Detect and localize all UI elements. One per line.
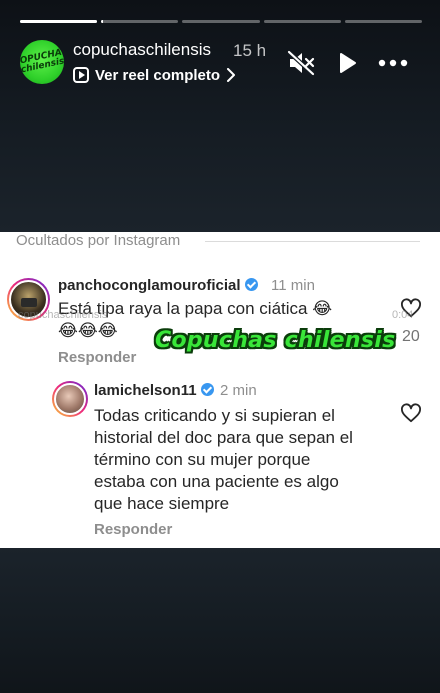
story-progress-bar: [20, 20, 423, 23]
watermark-account: copuchaschilensis: [18, 309, 108, 321]
avatar-logo-text: COPUCHAS chilensis: [20, 46, 64, 76]
progress-segment: [182, 20, 260, 23]
progress-segment: [263, 20, 341, 23]
reply-time: 2 min: [220, 382, 257, 399]
progress-segment: [344, 20, 423, 23]
more-options-button[interactable]: [378, 50, 408, 76]
chevron-right-icon: [227, 68, 236, 82]
story-header: COPUCHAS chilensis copuchaschilensis 15 …: [20, 40, 420, 90]
view-full-reel-label: Ver reel completo: [95, 66, 221, 84]
brand-overlay-text: Copuchas chilensis: [155, 328, 396, 353]
reply-username[interactable]: lamichelson11: [94, 382, 214, 399]
reply-username-text: lamichelson11: [94, 382, 197, 399]
reply-avatar[interactable]: [52, 381, 88, 417]
divider: [205, 241, 420, 242]
reply-text-line: historial del doc para que sepan el: [94, 428, 353, 447]
like-count: 20: [402, 328, 420, 345]
play-icon: [340, 53, 356, 73]
reply-text-line: estaba con una paciente es algo: [94, 472, 339, 491]
play-button[interactable]: [332, 50, 362, 76]
post-time: 15 h: [233, 41, 267, 60]
reply-button[interactable]: Responder: [94, 521, 172, 538]
comment-username[interactable]: panchoconglamouroficial: [58, 277, 258, 294]
reply-text-line: que hace siempre: [94, 494, 230, 513]
hidden-by-instagram-label: Ocultados por Instagram: [16, 232, 181, 249]
progress-segment: [101, 20, 179, 23]
mute-button[interactable]: [286, 50, 316, 76]
reply-button[interactable]: Responder: [58, 349, 136, 366]
comment-username-text: panchoconglamouroficial: [58, 277, 241, 294]
reply-text-line: término con su mujer porque: [94, 450, 311, 469]
progress-segment: [20, 20, 98, 23]
story-background-bottom: [0, 548, 440, 693]
watermark-timer: 0:04: [392, 309, 414, 321]
comment-emoji-line: 😂😂😂: [58, 321, 118, 341]
comment-time: 11 min: [271, 277, 315, 294]
story-background-top: [0, 0, 440, 232]
verified-badge-icon: [244, 278, 258, 291]
more-icon: [378, 59, 408, 67]
comments-screenshot: Ocultados por Instagram panchoconglamour…: [0, 232, 440, 548]
muted-speaker-icon: [287, 50, 315, 76]
verified-badge-icon: [200, 383, 214, 396]
like-heart-icon[interactable]: [400, 403, 422, 423]
view-full-reel-link[interactable]: Ver reel completo: [73, 65, 236, 85]
account-username[interactable]: copuchaschilensis: [73, 40, 211, 60]
reply-text-line: Todas criticando y si supieran el: [94, 406, 335, 425]
account-avatar[interactable]: COPUCHAS chilensis: [20, 40, 64, 84]
reel-icon: [73, 67, 89, 83]
